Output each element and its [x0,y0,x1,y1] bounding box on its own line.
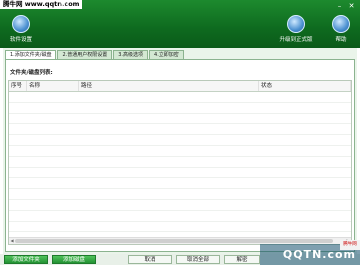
list-label: 文件夹/磁盘列表: [10,70,53,76]
add-disk-button[interactable]: 添加磁盘 [52,255,96,264]
tab-permissions[interactable]: 2.普通用户权限设置 [57,50,113,59]
table-row [9,189,351,200]
tab-bar: 1.添加文件夹/磁盘 2.普通用户权限设置 3.高级选项 4.立即加密 [5,50,185,60]
minimize-icon[interactable]: – [335,2,344,10]
table-header: 序号 名称 路径 状态 [9,81,351,92]
column-header-index[interactable]: 序号 [9,81,27,91]
table-row [9,178,351,190]
tab-advanced[interactable]: 3.高级选项 [113,50,149,59]
main-content: 1.添加文件夹/磁盘 2.普通用户权限设置 3.高级选项 4.立即加密 文件夹/… [3,48,357,254]
table-row [9,211,351,222]
add-folder-button[interactable]: 添加文件夹 [4,255,48,264]
table-row [9,114,351,125]
horizontal-scrollbar[interactable]: ◀ ▶ [9,237,351,244]
column-header-name[interactable]: 名称 [27,81,79,91]
column-header-path[interactable]: 路径 [79,81,259,91]
table-row [9,103,351,114]
tab-encrypt-now[interactable]: 4.立即加密 [149,50,184,59]
window-title: 版) [60,1,69,8]
upgrade-label: 升级到正式版 [279,37,313,43]
table-row [9,157,351,168]
table-row [9,92,351,103]
close-icon[interactable]: ✕ [347,2,356,10]
window-controls: – ✕ [335,2,356,10]
cancel-all-button[interactable]: 取消全部 [176,255,220,264]
help-icon [332,15,350,33]
column-header-status[interactable]: 状态 [259,81,351,91]
table-row [9,222,351,233]
table-row [9,135,351,146]
title-bar: 腾牛网 www.qqtn.com 版) – ✕ 软件设置 升级到正式版 帮助 [0,0,360,48]
gear-icon [12,15,30,33]
help-button[interactable]: 帮助 [316,15,360,43]
table-row [9,146,351,157]
cancel-button[interactable]: 取消 [128,255,172,264]
settings-label: 软件设置 [9,37,32,43]
settings-button[interactable]: 软件设置 [0,15,46,43]
table-row [9,124,351,136]
help-label: 帮助 [335,37,347,43]
watermark-site: 腾牛网 www.qqtn.com [0,0,83,9]
tab-panel: 文件夹/磁盘列表: 序号 名称 路径 状态 ◀ [5,59,355,252]
decrypt-button[interactable]: 解密 [224,255,260,264]
scrollbar-thumb[interactable] [15,239,333,243]
table-row [9,168,351,179]
watermark-badge: 腾牛网 [340,240,360,250]
cart-icon [287,15,305,33]
upgrade-button[interactable]: 升级到正式版 [271,15,321,43]
folder-table[interactable]: 序号 名称 路径 状态 ◀ ▶ [8,80,352,245]
table-row [9,200,351,211]
